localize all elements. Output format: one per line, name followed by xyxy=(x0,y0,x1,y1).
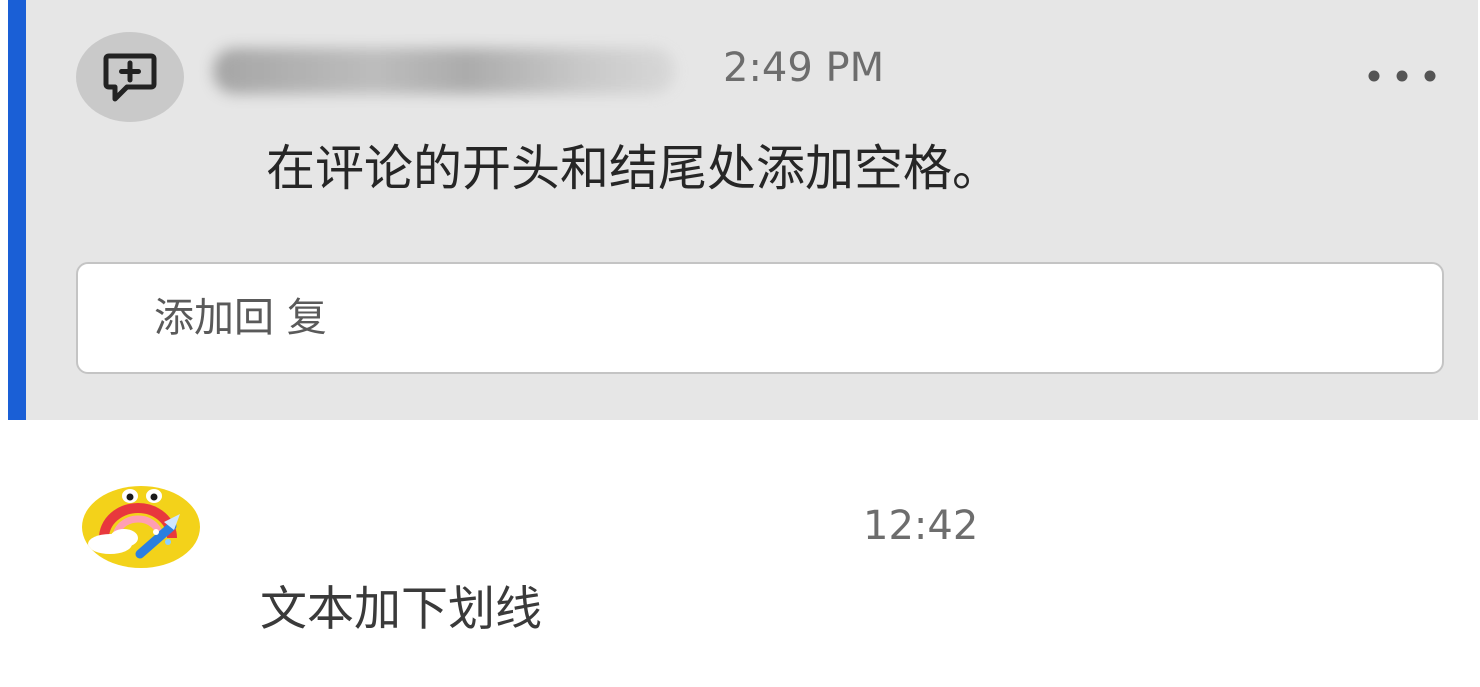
active-indicator xyxy=(8,0,26,420)
author-name-redacted xyxy=(213,48,675,94)
user-avatar xyxy=(82,486,200,568)
comment-text: 文本加下划线 xyxy=(260,582,542,637)
more-horizontal-icon xyxy=(1368,70,1436,82)
comment-add-icon xyxy=(103,53,157,102)
reply-field[interactable] xyxy=(76,262,1444,374)
comment-text: 在评论的开头和结尾处添加空格。 xyxy=(266,140,1002,197)
comment-timestamp: 12:42 xyxy=(863,503,979,549)
reply-input[interactable] xyxy=(152,263,1442,373)
comment-card-active[interactable]: 2:49 PM 在评论的开头和结尾处添加空格。 xyxy=(8,0,1478,420)
more-options-button[interactable] xyxy=(1354,56,1450,96)
comment-timestamp: 2:49 PM xyxy=(723,45,885,91)
comment-avatar xyxy=(76,32,184,122)
rainbow-avatar xyxy=(88,489,180,559)
comments-pane: 2:49 PM 在评论的开头和结尾处添加空格。 添加回 复 12:42 文本加下… xyxy=(0,0,1480,687)
